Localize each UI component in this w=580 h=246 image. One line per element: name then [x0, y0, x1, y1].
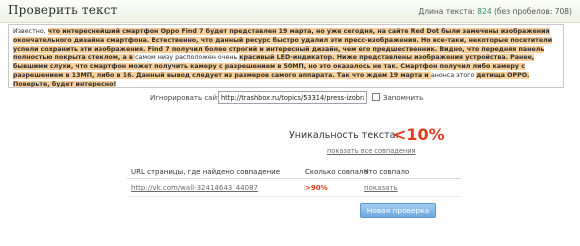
ignore-site-label: Игнорировать сайт: [150, 94, 224, 102]
header-bar: Проверить текст Длина текста: 824 (без п… [0, 0, 580, 23]
column-header-what: Что совпало [364, 168, 410, 176]
new-check-button[interactable]: Новая проверка [360, 203, 436, 218]
text-fragment: анонса этого [430, 71, 477, 79]
uniqueness-label: Уникальность текста: [289, 130, 399, 141]
remember-checkbox[interactable] [372, 93, 380, 101]
ignore-site-input[interactable] [218, 91, 367, 104]
page-title: Проверить текст [8, 3, 118, 17]
table-row-divider [127, 196, 461, 197]
match-percent: >90% [305, 184, 328, 192]
table-divider [127, 178, 461, 179]
match-url-link[interactable]: http://vk.com/wall-32414643_44087 [131, 184, 258, 192]
text-fragment: Известно, [13, 28, 48, 35]
checked-text: Известно, что интереснейший смартфон Opp… [13, 28, 559, 87]
text-length-value: 824 [477, 7, 492, 16]
remember-label[interactable]: Запомнить [383, 94, 423, 102]
text-length-no-spaces: (без пробелов: 708) [494, 7, 572, 16]
match-show-link[interactable]: показать [364, 184, 398, 192]
column-header-percent: Сколько совпало [305, 168, 368, 176]
uniqueness-value: <10% [393, 125, 445, 144]
text-length-info: Длина текста: 824 (без пробелов: 708) [418, 7, 572, 16]
checked-text-area[interactable]: Известно, что интереснейший смартфон Opp… [8, 24, 564, 88]
text-fragment: самом низу расположен очень [135, 54, 240, 62]
text-length-label: Длина текста: [418, 7, 475, 16]
show-all-matches-link[interactable]: показать все совпадения [327, 147, 415, 155]
column-header-url: URL страницы, где найдено совпадение [131, 168, 281, 176]
